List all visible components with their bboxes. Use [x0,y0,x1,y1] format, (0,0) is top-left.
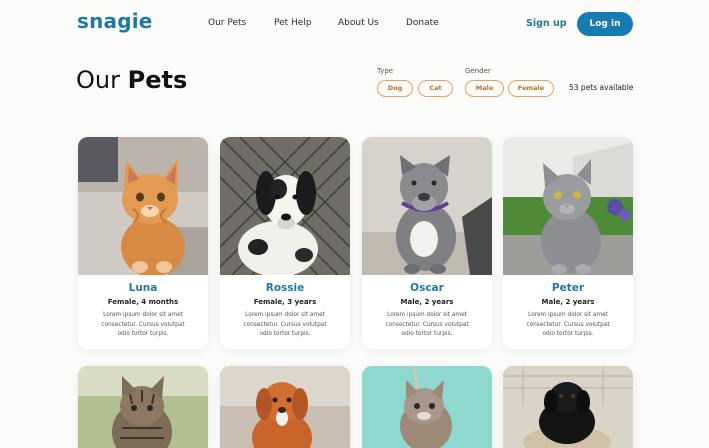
signup-link[interactable]: Sign up [526,18,567,29]
luna-photo [78,137,208,275]
pet-name: Luna [128,282,158,294]
rossie-photo [220,137,350,275]
type-filter-label: Type [377,67,394,75]
nav-pet-help[interactable]: Pet Help [274,18,312,28]
filter-male-chip[interactable]: Male [465,80,504,97]
oscar-photo [362,137,492,275]
peter-photo [503,137,633,275]
nav-about-us[interactable]: About Us [338,18,379,28]
pet-card-luna[interactable]: Luna Female, 4 months Lorem ipsum dolor … [78,137,208,349]
pet-card-oscar[interactable]: Oscar Male, 2 years Lorem ipsum dolor si… [362,137,492,349]
pet-card-row2-1[interactable] [78,366,208,448]
pet-name: Oscar [410,282,444,294]
gender-filter-label: Gender [465,67,491,75]
pet-meta: Male, 2 years [541,298,595,306]
pet-meta: Female, 4 months [107,298,179,306]
nav-our-pets[interactable]: Our Pets [208,18,246,28]
pet-description: Lorem ipsum dolor sit amet consectetur. … [385,312,469,337]
pet-meta: Male, 2 years [400,298,454,306]
black-puppy-photo [503,366,633,448]
pet-name: Peter [551,282,585,294]
red-dog-photo [220,366,350,448]
pet-description: Lorem ipsum dolor sit amet consectetur. … [243,312,327,337]
pet-meta: Female, 3 years [253,298,317,306]
login-button[interactable]: Log in [577,12,633,36]
pet-description: Lorem ipsum dolor sit amet consectetur. … [526,312,610,337]
pet-card-row2-4[interactable] [503,366,633,448]
pet-card-row2-3[interactable] [362,366,492,448]
filter-female-chip[interactable]: Female [508,80,554,97]
nav-donate[interactable]: Donate [406,18,439,28]
pets-available-count: 53 pets available [569,83,634,92]
kitten-photo [362,366,492,448]
pet-name: Rossie [265,282,305,294]
filter-dog-chip[interactable]: Dog [377,80,413,97]
pet-description: Lorem ipsum dolor sit amet consectetur. … [101,312,185,337]
tabby-cat-photo [78,366,208,448]
page-title: Our Pets [76,66,188,94]
pet-card-row2-2[interactable] [220,366,350,448]
pet-card-peter[interactable]: Peter Male, 2 years Lorem ipsum dolor si… [503,137,633,349]
pet-card-rossie[interactable]: Rossie Female, 3 years Lorem ipsum dolor… [220,137,350,349]
filter-cat-chip[interactable]: Cat [418,80,453,97]
